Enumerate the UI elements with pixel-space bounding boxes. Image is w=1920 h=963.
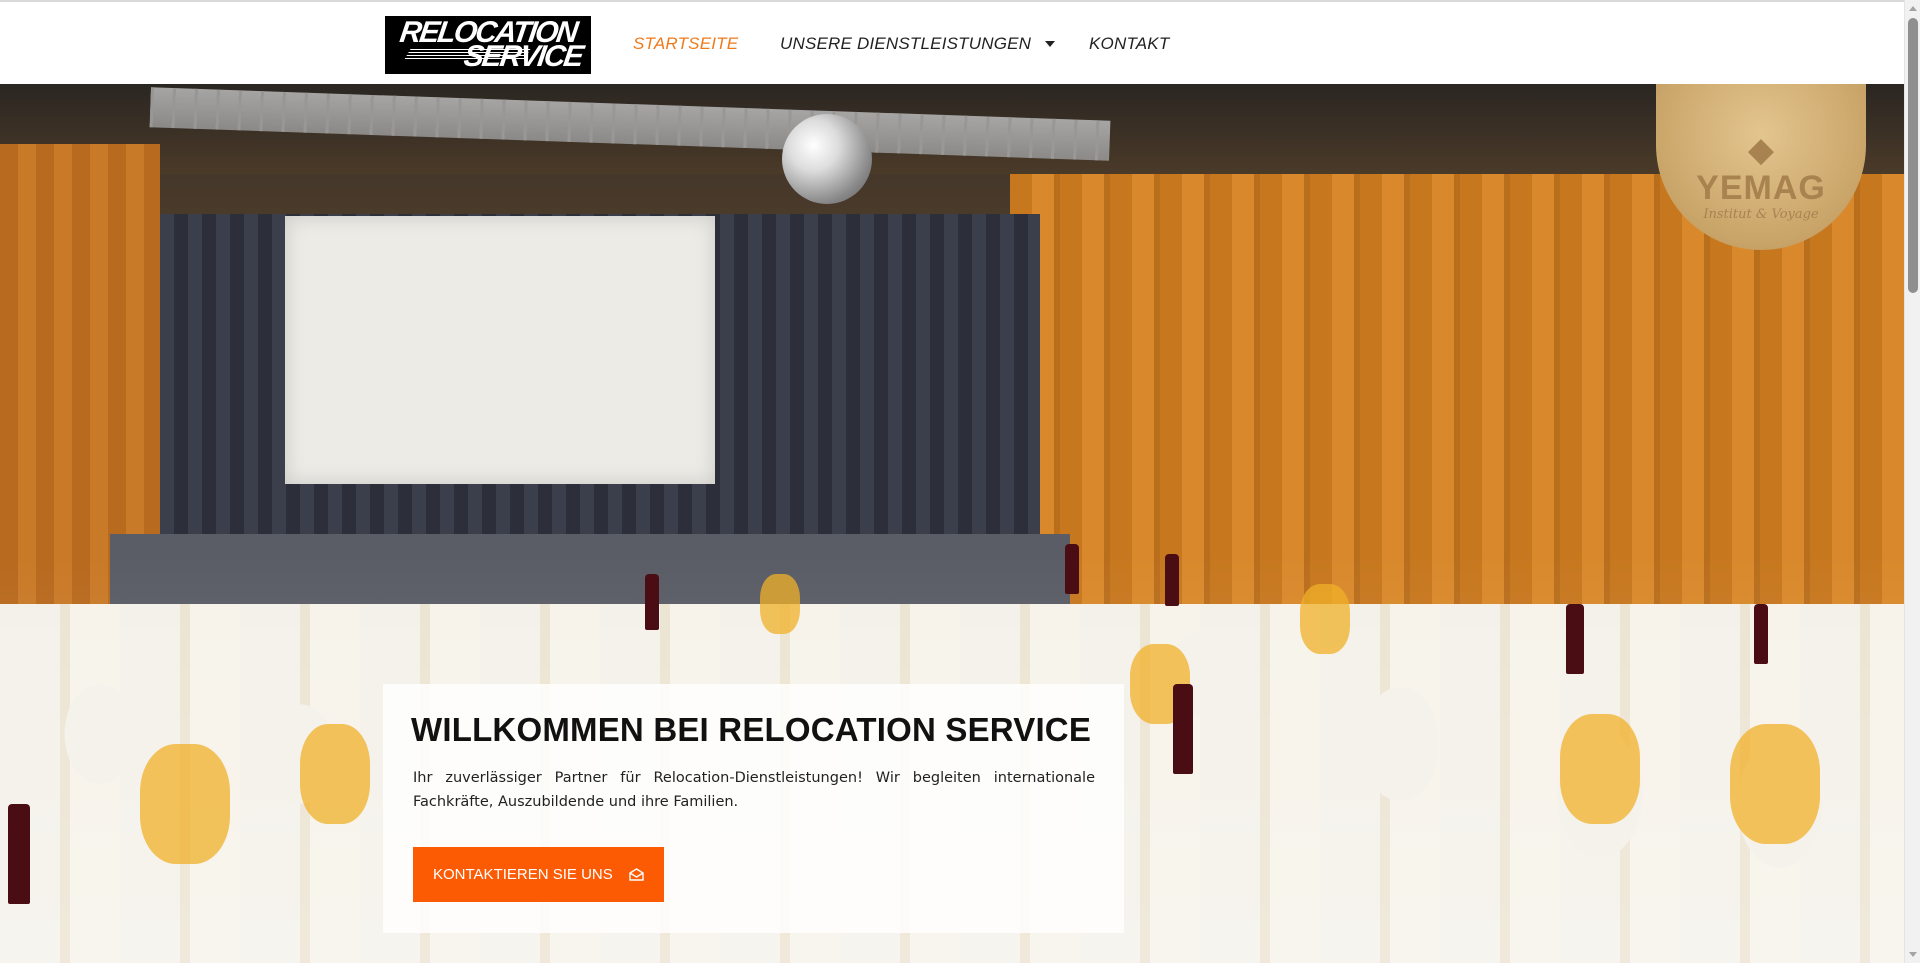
main-nav-item-kontakt[interactable]: KONTAKT: [1089, 2, 1169, 86]
nav-label-kontakt[interactable]: KONTAKT: [1089, 34, 1169, 54]
page-scrollbar[interactable]: [1904, 0, 1920, 963]
wine-bottle: [1566, 604, 1584, 674]
envelope-open-icon: [629, 868, 644, 881]
chevron-down-icon[interactable]: [1045, 41, 1056, 47]
watermark-subtitle: Institut & Voyage: [1703, 207, 1819, 222]
nav-label-dienstleistungen-text: UNSERE DIENSTLEISTUNGEN: [780, 34, 1032, 53]
hero-text: Ihr zuverlässiger Partner für Relocation…: [413, 770, 1095, 811]
chair-sash: [1730, 724, 1820, 844]
wine-bottle: [1165, 554, 1179, 606]
hero-disco-ball: [782, 114, 872, 204]
chair-sash: [760, 574, 800, 634]
chair-sash: [1560, 714, 1640, 824]
hero-title: WILLKOMMEN BEI RELOCATION SERVICE: [411, 711, 1092, 748]
scroll-thumb[interactable]: [1908, 18, 1918, 293]
wine-bottle: [8, 804, 30, 904]
chair-sash: [140, 744, 230, 864]
main-nav-item-startseite[interactable]: STARTSEITE: [633, 2, 738, 86]
wine-bottle: [1754, 604, 1768, 664]
scroll-down-arrow-icon[interactable]: [1909, 952, 1917, 957]
contact-us-button[interactable]: KONTAKTIEREN SIE UNS: [413, 847, 664, 902]
wine-bottle: [1173, 684, 1193, 774]
origami-bird-icon: ◆: [1747, 131, 1775, 169]
scroll-up-arrow-icon[interactable]: [1909, 6, 1917, 11]
site-header: RELOCATION SERVICE STARTSEITE UNSERE DIE…: [0, 2, 1904, 84]
site-logo[interactable]: RELOCATION SERVICE: [385, 16, 591, 74]
wine-bottle: [1065, 544, 1079, 594]
wine-bottle: [645, 574, 659, 630]
chair-sash: [1300, 584, 1350, 654]
chair-sash: [300, 724, 370, 824]
nav-label-dienstleistungen[interactable]: UNSERE DIENSTLEISTUNGEN: [780, 34, 1056, 54]
logo-text-line2: SERVICE: [461, 40, 585, 73]
welcome-box: WILLKOMMEN BEI RELOCATION SERVICE Ihr zu…: [383, 684, 1124, 933]
hero-projection-screen: [285, 216, 715, 484]
watermark-name: YEMAG: [1696, 169, 1826, 207]
main-nav-item-dienstleistungen[interactable]: UNSERE DIENSTLEISTUNGEN: [780, 2, 1056, 86]
nav-label-startseite[interactable]: STARTSEITE: [633, 34, 738, 54]
contact-us-label: KONTAKTIEREN SIE UNS: [433, 866, 613, 883]
